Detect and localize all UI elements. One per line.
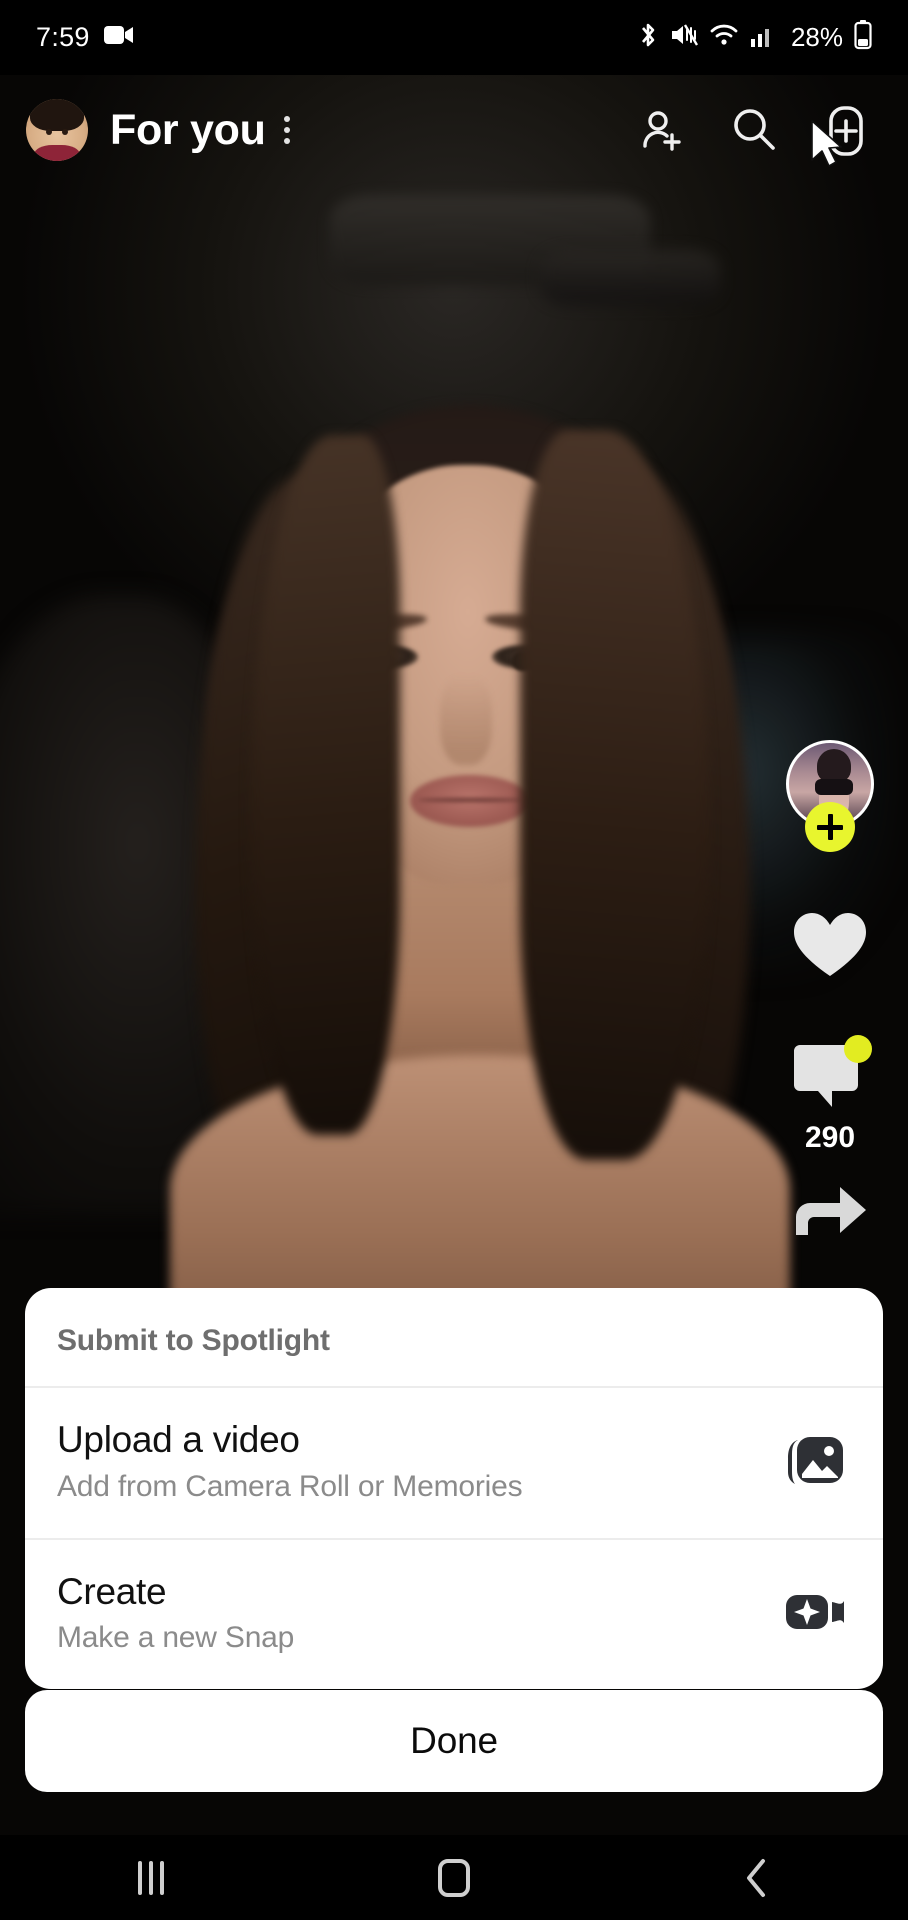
android-nav-bar [0,1835,908,1920]
search-icon[interactable] [728,104,780,156]
share-button[interactable] [774,1177,886,1244]
upload-plus-icon[interactable] [811,104,872,167]
comment-count: 290 [804,1121,856,1154]
battery-icon [854,20,872,55]
app-top-bar: For you [0,80,908,180]
phone-screen: 7:59 28% For you 290 Submit to Spotlight… [0,0,908,1920]
heart-icon[interactable] [791,910,869,985]
sheet-option-upload-a-video[interactable]: Upload a video Add from Camera Roll or M… [25,1388,883,1538]
sheet-option-create[interactable]: Create Make a new Snap [25,1540,883,1690]
page-title: For you [110,105,266,154]
video-action-rail: 290 [774,740,886,1244]
option-subtitle: Make a new Snap [57,1621,295,1655]
battery-percent: 28% [790,22,843,52]
submit-to-spotlight-sheet: Submit to Spotlight Upload a video Add f… [25,1288,883,1690]
cellular-signal-icon [750,22,776,53]
comment-bubble-icon[interactable] [792,1045,868,1115]
three-dots-vertical-icon[interactable] [283,116,290,144]
status-bar: 7:59 28% [0,0,908,75]
done-button[interactable]: Done [25,1690,883,1792]
follow-button[interactable] [805,802,855,852]
mute-icon [670,21,698,54]
back-icon[interactable] [697,1848,817,1908]
recents-icon[interactable] [91,1848,211,1908]
comment-badge [844,1035,872,1063]
mouse-pointer [806,118,848,177]
like-button[interactable] [774,910,886,985]
option-subtitle: Add from Camera Roll or Memories [57,1469,523,1503]
wifi-icon [709,22,739,53]
creator-profile[interactable] [774,740,886,852]
option-title: Create [57,1570,167,1612]
bitmoji-avatar[interactable] [26,99,88,161]
add-friend-icon[interactable] [636,104,688,156]
camera-sparkle-icon [781,1577,851,1647]
status-time: 7:59 [36,22,90,52]
home-icon[interactable] [394,1848,514,1908]
option-title: Upload a video [57,1419,300,1460]
bluetooth-icon [637,20,659,55]
video-recording-icon [103,24,134,51]
sheet-title: Submit to Spotlight [57,1324,330,1357]
share-arrow-icon[interactable] [790,1177,870,1244]
gallery-photo-icon [781,1426,851,1496]
comment-button[interactable]: 290 [774,1035,886,1155]
